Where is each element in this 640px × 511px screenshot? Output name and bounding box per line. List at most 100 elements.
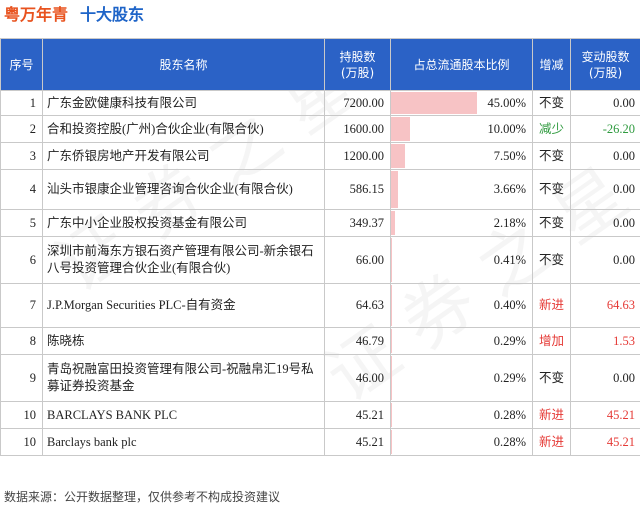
holder-name: 合和投资控股(广州)合伙企业(有限合伙) [42,115,325,143]
ratio-bar [391,430,392,454]
ratio-value: 3.66% [493,182,526,196]
share-change: 0.00 [570,142,640,170]
change-status: 不变 [532,236,571,284]
ratio-cell: 0.29% [390,354,533,402]
column-header-delta: 变动股数 (万股) [570,38,640,91]
ratio-bar [391,238,392,282]
company-name: 粤万年青 [4,5,69,24]
table-row: 8 陈晓栋 46.79 0.29% 增加 1.53 [0,327,640,355]
share-count: 7200.00 [324,90,391,116]
ratio-cell: 3.66% [390,169,533,210]
column-header-change: 增减 [532,38,571,91]
ratio-bar [391,92,478,114]
row-index: 4 [0,169,43,210]
ratio-value: 10.00% [487,121,526,136]
ratio-bar [391,211,396,235]
column-header-shares: 持股数 (万股) [324,38,391,91]
row-index: 5 [0,209,43,237]
change-status: 不变 [532,142,571,170]
change-status: 不变 [532,354,571,402]
ratio-bar [391,329,392,353]
share-change: 0.00 [570,354,640,402]
section-subtitle: 十大股东 [80,5,145,24]
change-status: 减少 [532,115,571,143]
share-count: 64.63 [324,283,391,328]
ratio-cell: 10.00% [390,115,533,143]
share-count: 586.15 [324,169,391,210]
share-count: 66.00 [324,236,391,284]
ratio-cell: 0.29% [390,327,533,355]
table-row: 10 Barclays bank plc 45.21 0.28% 新进 45.21 [0,428,640,456]
holder-name: 深圳市前海东方银石资产管理有限公司-新余银石八号投资管理合伙企业(有限合伙) [42,236,325,284]
ratio-cell: 0.40% [390,283,533,328]
change-status: 新进 [532,401,571,429]
share-change: 0.00 [570,209,640,237]
holder-name: 汕头市银康企业管理咨询合伙企业(有限合伙) [42,169,325,210]
ratio-cell: 45.00% [390,90,533,116]
ratio-cell: 7.50% [390,142,533,170]
table-row: 3 广东侨银房地产开发有限公司 1200.00 7.50% 不变 0.00 [0,142,640,170]
holder-name: 陈晓栋 [42,327,325,355]
ratio-cell: 0.41% [390,236,533,284]
share-count: 45.21 [324,401,391,429]
holder-name: 青岛祝融富田投资管理有限公司-祝融帛汇19号私募证券投资基金 [42,354,325,402]
shareholders-table: 序号 股东名称 持股数 (万股) 占总流通股本比例 增减 变动股数 (万股) 1… [0,38,640,456]
share-change: 45.21 [570,401,640,429]
table-row: 5 广东中小企业股权投资基金有限公司 349.37 2.18% 不变 0.00 [0,209,640,237]
ratio-value: 7.50% [493,148,526,163]
share-count: 46.79 [324,327,391,355]
ratio-bar [391,144,406,168]
ratio-cell: 0.28% [390,401,533,429]
ratio-value: 0.29% [493,333,526,348]
table-row: 9 青岛祝融富田投资管理有限公司-祝融帛汇19号私募证券投资基金 46.00 0.29… [0,354,640,402]
table-row: 4 汕头市银康企业管理咨询合伙企业(有限合伙) 586.15 3.66% 不变 0.00 [0,169,640,210]
table-row: 1 广东金欧健康科技有限公司 7200.00 45.00% 不变 0.00 [0,90,640,116]
ratio-bar [391,403,392,427]
change-status: 不变 [532,169,571,210]
share-change: -26.20 [570,115,640,143]
share-change: 45.21 [570,428,640,456]
table-row: 6 深圳市前海东方银石资产管理有限公司-新余银石八号投资管理合伙企业(有限合伙) 6… [0,236,640,284]
share-change: 64.63 [570,283,640,328]
row-index: 2 [0,115,43,143]
column-header-index: 序号 [0,38,43,91]
change-status: 不变 [532,209,571,237]
row-index: 6 [0,236,43,284]
share-count: 1600.00 [324,115,391,143]
table-row: 10 BARCLAYS BANK PLC 45.21 0.28% 新进 45.21 [0,401,640,429]
share-count: 45.21 [324,428,391,456]
ratio-value: 45.00% [487,95,526,110]
ratio-cell: 2.18% [390,209,533,237]
ratio-bar [391,117,411,141]
column-header-name: 股东名称 [42,38,325,91]
ratio-bar [391,285,392,326]
share-count: 349.37 [324,209,391,237]
share-change: 0.00 [570,236,640,284]
ratio-value: 0.41% [493,252,526,267]
page-title: 粤万年青 十大股东 [4,4,144,26]
share-change: 0.00 [570,169,640,210]
holder-name: BARCLAYS BANK PLC [42,401,325,429]
holder-name: 广东侨银房地产开发有限公司 [42,142,325,170]
change-status: 新进 [532,283,571,328]
holder-name: Barclays bank plc [42,428,325,456]
row-index: 1 [0,90,43,116]
holder-name: J.P.Morgan Securities PLC-自有资金 [42,283,325,328]
change-status: 不变 [532,90,571,116]
row-index: 3 [0,142,43,170]
row-index: 10 [0,401,43,429]
share-count: 46.00 [324,354,391,402]
ratio-value: 0.40% [493,298,526,312]
holder-name: 广东金欧健康科技有限公司 [42,90,325,116]
ratio-value: 0.29% [493,370,526,385]
share-count: 1200.00 [324,142,391,170]
share-change: 1.53 [570,327,640,355]
ratio-cell: 0.28% [390,428,533,456]
column-header-ratio: 占总流通股本比例 [390,38,533,91]
row-index: 10 [0,428,43,456]
row-index: 9 [0,354,43,402]
ratio-value: 0.28% [493,434,526,449]
table-row: 7 J.P.Morgan Securities PLC-自有资金 64.63 0.40… [0,283,640,328]
holder-name: 广东中小企业股权投资基金有限公司 [42,209,325,237]
share-change: 0.00 [570,90,640,116]
